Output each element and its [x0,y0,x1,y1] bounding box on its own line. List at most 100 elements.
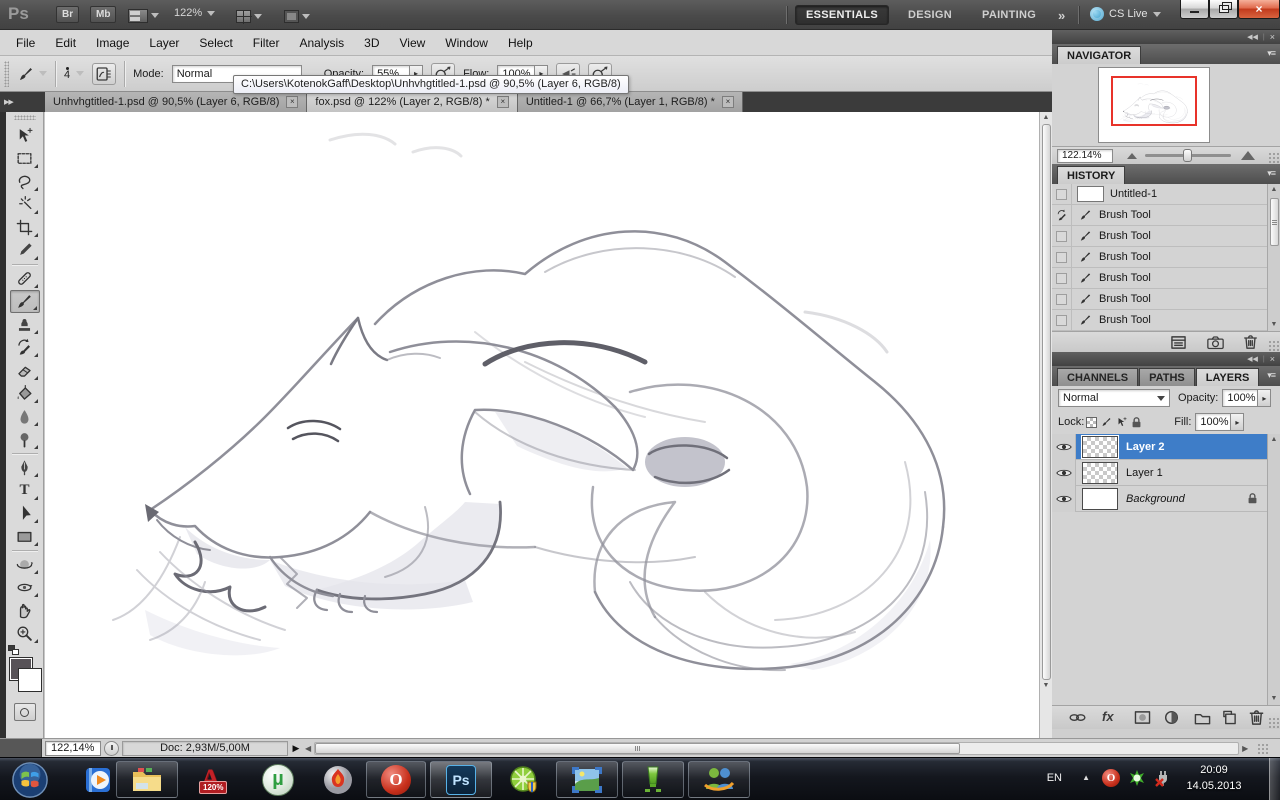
new-layer-icon[interactable] [1222,710,1237,725]
taskbar-clock[interactable]: 20:09 14.05.2013 [1178,762,1250,794]
tool-path-selection[interactable] [10,502,40,525]
toolbar-grip[interactable] [14,115,36,120]
layer-opacity-value[interactable]: 100% [1222,389,1258,407]
history-step-row[interactable]: Brush Tool [1052,268,1280,289]
new-snapshot-icon[interactable] [1207,335,1224,350]
tray-qip-icon[interactable] [1128,769,1146,787]
zoom-in-icon[interactable] [1241,151,1255,160]
history-step-row[interactable]: Brush Tool [1052,289,1280,310]
tool-dodge[interactable] [10,428,40,451]
opacity-spinner[interactable]: ▸ [1258,389,1271,407]
zoom-level-dropdown[interactable]: 122% [174,7,215,19]
menu-window[interactable]: Window [435,32,498,54]
layer-fill-control[interactable]: 100%▸ [1195,413,1244,431]
layers-scrollbar[interactable]: ▲ ▼ [1267,434,1280,705]
tool-3d-rotate[interactable] [10,553,40,576]
tool-type[interactable]: T [10,479,40,502]
menu-view[interactable]: View [389,32,435,54]
taskbar-photoshop[interactable]: Ps [430,761,492,798]
menu-image[interactable]: Image [86,32,139,54]
layer-row-background[interactable]: Background [1052,486,1280,512]
cs-live-button[interactable]: CS Live [1090,7,1161,21]
taskbar-image-viewer[interactable] [556,761,618,798]
history-step-row[interactable]: Brush Tool [1052,310,1280,331]
tool-blur[interactable] [10,405,40,428]
canvas-vertical-scrollbar[interactable]: ▲ ▼ [1039,112,1052,738]
minimize-button[interactable] [1180,0,1209,19]
taskbar-limewire[interactable] [496,761,552,798]
collapse-panels-icon[interactable]: ◀◀ [1247,355,1258,363]
quick-mask-button[interactable] [14,703,36,721]
taskbar-nero[interactable] [310,761,366,798]
launch-bridge-button[interactable]: Br [56,6,79,23]
close-tab-icon[interactable]: × [722,96,734,108]
tool-rectangle[interactable] [10,525,40,548]
scroll-up-icon[interactable]: ▲ [1043,112,1050,124]
toolbar-collapse-button[interactable]: ▶▶ [0,92,20,112]
tool-preset-picker[interactable] [17,65,47,83]
layer-row-layer2[interactable]: Layer 2 [1052,434,1280,460]
tool-lasso[interactable] [10,170,40,193]
layer-thumbnail[interactable] [1082,436,1118,458]
tab-navigator[interactable]: NAVIGATOR [1057,46,1141,64]
tool-quick-selection[interactable] [10,193,40,216]
history-source-cell[interactable] [1052,289,1072,310]
taskbar-windows-explorer[interactable] [116,761,178,798]
layer-row-layer1[interactable]: Layer 1 [1052,460,1280,486]
delete-layer-icon[interactable] [1248,709,1265,726]
tool-rectangular-marquee[interactable] [10,147,40,170]
tab-layers[interactable]: LAYERS [1196,368,1260,386]
delete-state-icon[interactable] [1242,334,1259,350]
menu-analysis[interactable]: Analysis [289,32,354,54]
tool-clone-stamp[interactable] [10,313,40,336]
layer-visibility-toggle[interactable] [1052,434,1076,460]
menu-edit[interactable]: Edit [45,32,86,54]
menu-select[interactable]: Select [189,32,242,54]
link-layers-icon[interactable] [1068,712,1087,723]
tool-history-brush[interactable] [10,336,40,359]
tool-brush[interactable] [10,290,40,313]
vertical-scroll-thumb[interactable] [1042,124,1051,680]
menu-help[interactable]: Help [498,32,543,54]
navigator-zoom-field[interactable]: 122.14% [1057,149,1113,163]
tool-3d-orbit[interactable] [10,576,40,599]
document-tab-1[interactable]: Unhvhgtitled-1.psd @ 90,5% (Layer 6, RGB… [45,92,307,112]
workspace-essentials[interactable]: ESSENTIALS [795,5,889,25]
tool-eraser[interactable] [10,359,40,382]
layer-style-fx-icon[interactable]: fx [1102,709,1114,724]
lock-all-icon[interactable] [1129,415,1144,429]
restore-button[interactable] [1209,0,1238,19]
close-tab-icon[interactable]: × [286,96,298,108]
panel-menu-icon[interactable]: ▾≡ [1267,168,1275,179]
scroll-down-icon[interactable]: ▼ [1271,693,1278,705]
history-source-cell[interactable] [1052,184,1072,205]
tool-paint-bucket[interactable] [10,382,40,405]
tool-spot-healing-brush[interactable] [10,267,40,290]
layer-thumbnail[interactable] [1082,462,1118,484]
add-layer-mask-icon[interactable] [1134,710,1151,725]
layer-visibility-toggle[interactable] [1052,486,1076,512]
scroll-right-icon[interactable]: ▶ [1239,744,1251,753]
lock-move-icon[interactable] [1114,415,1129,429]
history-source-cell[interactable] [1052,310,1072,331]
show-desktop-button[interactable] [1269,758,1280,800]
tray-network-icon[interactable] [1154,769,1172,787]
history-scrollbar[interactable]: ▲ ▼ [1267,184,1280,331]
taskbar-acdsee[interactable]: A 120% [188,761,244,798]
arrange-documents-button[interactable] [236,8,262,25]
lock-transparency-icon[interactable] [1084,415,1099,429]
adjustment-layer-icon[interactable] [1164,710,1179,725]
collapse-panels-icon[interactable]: ◀◀ [1247,33,1258,41]
status-menu-button[interactable]: ▶ [290,741,302,756]
layer-thumbnail[interactable] [1082,488,1118,510]
view-extras-button[interactable] [128,7,159,24]
document-canvas[interactable] [45,112,1039,738]
history-step-row[interactable]: Brush Tool [1052,205,1280,226]
taskbar-opera[interactable]: O [366,761,426,798]
workspace-painting[interactable]: PAINTING [972,5,1046,25]
scroll-up-icon[interactable]: ▲ [1271,434,1278,446]
tray-opera-icon[interactable]: O [1102,769,1120,787]
scroll-up-icon[interactable]: ▲ [1271,184,1278,196]
tool-eyedropper[interactable] [10,239,40,262]
launch-mini-bridge-button[interactable]: Mb [90,6,116,23]
